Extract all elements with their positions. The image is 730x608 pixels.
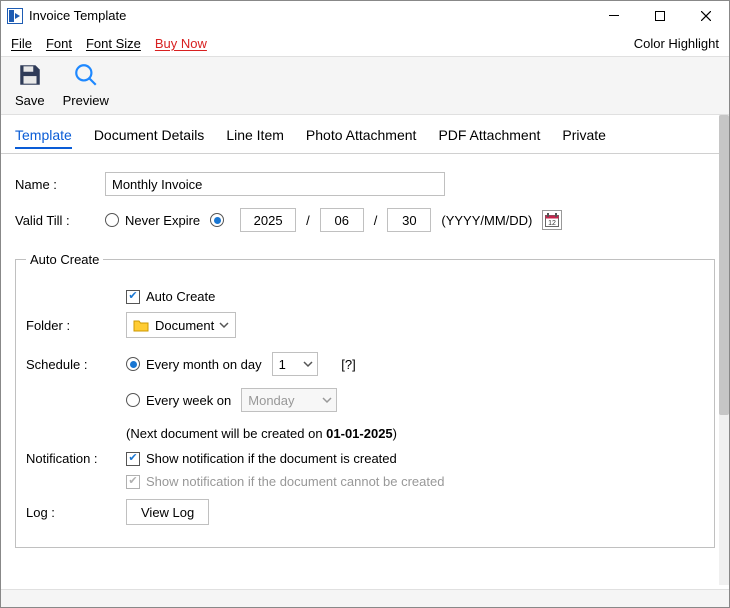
tab-template[interactable]: Template xyxy=(15,127,72,149)
schedule-weekly-radio[interactable]: Every week on xyxy=(126,393,231,408)
auto-create-group: Auto Create Auto Create Folder : Documen… xyxy=(15,252,715,548)
save-button[interactable]: Save xyxy=(11,59,49,110)
radio-off-icon xyxy=(105,213,119,227)
schedule-monthly-radio[interactable]: Every month on day xyxy=(126,357,262,372)
valid-till-month-input[interactable] xyxy=(320,208,364,232)
checkbox-checked-icon xyxy=(126,290,140,304)
preview-label: Preview xyxy=(63,93,109,108)
folder-label: Folder : xyxy=(26,318,116,333)
chevron-down-icon xyxy=(322,395,332,405)
auto-create-legend: Auto Create xyxy=(26,252,103,267)
notification-label: Notification : xyxy=(26,451,116,466)
valid-till-day-input[interactable] xyxy=(387,208,431,232)
status-bar xyxy=(1,589,729,607)
app-icon xyxy=(7,8,23,24)
notify-success-label: Show notification if the document is cre… xyxy=(146,451,397,466)
window-close-button[interactable] xyxy=(683,1,729,31)
menu-color-highlight[interactable]: Color Highlight xyxy=(634,36,719,51)
toolbar: Save Preview xyxy=(1,57,729,115)
schedule-weekly-label: Every week on xyxy=(146,393,231,408)
save-label: Save xyxy=(15,93,45,108)
next-document-hint: (Next document will be created on 01-01-… xyxy=(126,426,397,441)
never-expire-label: Never Expire xyxy=(125,213,200,228)
calendar-button[interactable]: 12 xyxy=(542,210,562,230)
titlebar: Invoice Template xyxy=(1,1,729,31)
menu-buy-now[interactable]: Buy Now xyxy=(155,36,207,51)
tab-private[interactable]: Private xyxy=(562,127,606,143)
chevron-down-icon xyxy=(303,359,313,369)
close-icon xyxy=(701,11,711,21)
monthly-day-value: 1 xyxy=(279,357,286,372)
notify-fail-checkbox: Show notification if the document cannot… xyxy=(126,474,444,489)
folder-icon xyxy=(133,318,149,332)
tab-photo-attachment[interactable]: Photo Attachment xyxy=(306,127,417,143)
notify-fail-label: Show notification if the document cannot… xyxy=(146,474,444,489)
name-input[interactable] xyxy=(105,172,445,196)
schedule-label: Schedule : xyxy=(26,357,116,372)
schedule-help[interactable]: [?] xyxy=(341,357,355,372)
checkbox-checked-disabled-icon xyxy=(126,475,140,489)
view-log-button[interactable]: View Log xyxy=(126,499,209,525)
menu-font-size[interactable]: Font Size xyxy=(86,36,141,51)
form-body: Name : Valid Till : Never Expire / / (YY… xyxy=(1,154,729,608)
schedule-monthly-label: Every month on day xyxy=(146,357,262,372)
minimize-icon xyxy=(609,11,619,21)
folder-select[interactable]: Document xyxy=(126,312,236,338)
tabstrip: Template Document Details Line Item Phot… xyxy=(1,115,719,154)
tab-line-item[interactable]: Line Item xyxy=(226,127,284,143)
checkbox-checked-icon xyxy=(126,452,140,466)
folder-value: Document xyxy=(155,318,214,333)
menu-file[interactable]: File xyxy=(11,36,32,51)
radio-on-icon xyxy=(210,213,224,227)
save-icon xyxy=(16,61,44,89)
magnifier-icon xyxy=(72,61,100,89)
chevron-down-icon xyxy=(219,320,229,330)
maximize-icon xyxy=(655,11,665,21)
expire-date-radio[interactable] xyxy=(210,213,230,227)
auto-create-enable-label: Auto Create xyxy=(146,289,215,304)
monthly-day-select[interactable]: 1 xyxy=(272,352,318,376)
date-sep-1: / xyxy=(306,213,310,228)
window-title: Invoice Template xyxy=(29,8,126,23)
valid-till-year-input[interactable] xyxy=(240,208,296,232)
weekly-day-value: Monday xyxy=(248,393,294,408)
radio-off-icon xyxy=(126,393,140,407)
preview-button[interactable]: Preview xyxy=(59,59,113,110)
notify-success-checkbox[interactable]: Show notification if the document is cre… xyxy=(126,451,397,466)
weekly-day-select[interactable]: Monday xyxy=(241,388,337,412)
date-format-hint: (YYYY/MM/DD) xyxy=(441,213,532,228)
valid-till-label: Valid Till : xyxy=(15,213,95,228)
tab-document-details[interactable]: Document Details xyxy=(94,127,205,143)
never-expire-radio[interactable]: Never Expire xyxy=(105,213,200,228)
window-minimize-button[interactable] xyxy=(591,1,637,31)
date-sep-2: / xyxy=(374,213,378,228)
auto-create-checkbox[interactable]: Auto Create xyxy=(126,289,215,304)
window-maximize-button[interactable] xyxy=(637,1,683,31)
calendar-icon: 12 xyxy=(544,212,560,228)
log-label: Log : xyxy=(26,505,116,520)
name-label: Name : xyxy=(15,177,95,192)
svg-text:12: 12 xyxy=(548,220,556,227)
menu-font[interactable]: Font xyxy=(46,36,72,51)
radio-on-icon xyxy=(126,357,140,371)
tab-pdf-attachment[interactable]: PDF Attachment xyxy=(438,127,540,143)
menubar: File Font Font Size Buy Now Color Highli… xyxy=(1,31,729,57)
